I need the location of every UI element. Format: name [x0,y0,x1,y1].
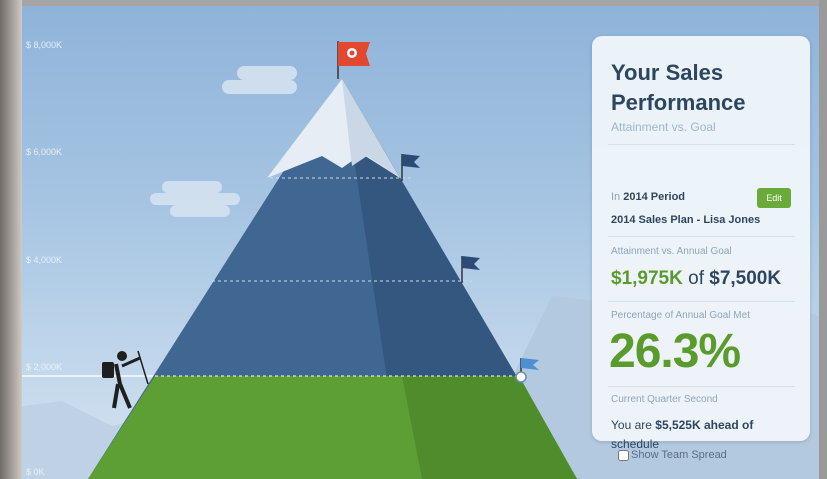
current-marker [515,371,527,383]
frame-left-bezel [0,0,22,479]
divider [608,236,795,237]
y-tick-label: $ 0K [26,467,45,477]
flag-4000k [461,256,480,283]
sales-plan-name: 2014 Sales Plan - Lisa Jones [611,214,761,226]
y-tick-label: $ 6,000K [26,147,63,157]
attainment-value: $1,975K [611,268,683,289]
cloud [222,80,297,94]
attainment-summary: $1,975K of $7,500K [611,268,781,290]
cloud [170,205,230,217]
show-team-spread-checkbox[interactable] [618,449,629,461]
y-tick-label: $ 4,000K [26,255,63,265]
flag-blue [402,154,420,168]
flag-8000k [337,41,370,79]
status-prefix: You are [611,418,652,432]
flag-emblem-dot [349,50,355,56]
divider [608,301,795,302]
period-line: In 2014 Period [611,191,685,203]
flag-6000k [401,154,420,181]
pct-value: 26.3% [609,325,741,378]
quarter-value: Second [683,394,718,405]
frame-right-bezel [819,0,827,479]
card-title: Your Sales Performance [611,60,746,115]
divider [608,386,795,387]
period-prefix: In [611,191,621,203]
performance-card: Your Sales Performance Attainment vs. Go… [592,36,810,451]
goal-value: $7,500K [709,268,782,289]
show-team-spread-label: Show Team Spread [631,449,727,461]
sales-performance-app: $ 8,000K $ 6,000K $ 4,000K $ 2,000K $ 0K… [0,0,827,479]
attainment-of: of [688,268,704,289]
flag-blue [462,256,480,270]
quarter-prefix: Current Quarter [611,394,682,405]
period-value: 2014 Period [623,191,686,203]
y-tick-label: $ 8,000K [26,40,63,50]
divider [608,144,795,145]
quarter-label: Current Quarter Second [611,394,718,405]
cloud [150,193,240,205]
show-team-spread-toggle[interactable]: Show Team Spread [618,449,727,461]
attainment-label: Attainment vs. Annual Goal [611,246,732,257]
status-amount: $5,525K ahead of [655,418,754,432]
card-subtitle: Attainment vs. Goal [611,120,716,134]
pct-label: Percentage of Annual Goal Met [611,310,750,321]
edit-button[interactable]: Edit [757,188,791,208]
y-tick-label: $ 2,000K [26,362,63,372]
cloud [237,66,297,80]
cloud [162,181,222,193]
